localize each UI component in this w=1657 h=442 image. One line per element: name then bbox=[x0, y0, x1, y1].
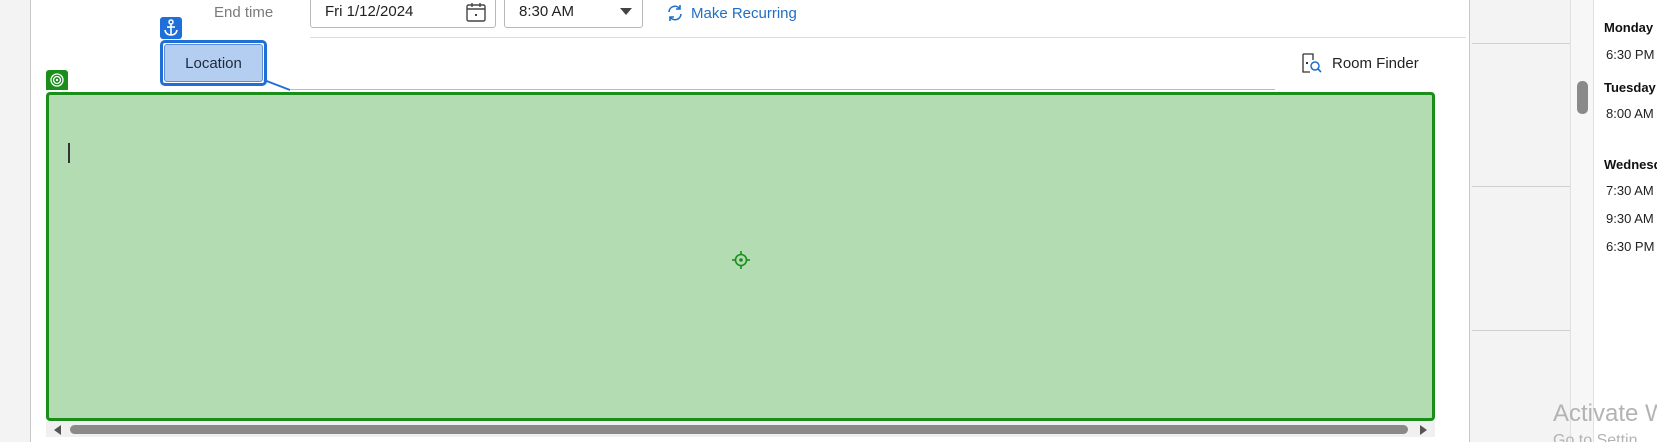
location-input[interactable] bbox=[290, 89, 1275, 90]
message-body-editor[interactable] bbox=[46, 92, 1435, 421]
screen: End time Fri 1/12/2024 8:30 AM Make Recu… bbox=[0, 0, 1657, 442]
text-cursor bbox=[68, 143, 70, 163]
end-date-picker[interactable]: Fri 1/12/2024 bbox=[310, 0, 496, 28]
scrollbar-thumb[interactable] bbox=[70, 425, 1408, 434]
anchor-icon bbox=[160, 17, 182, 39]
panel-divider bbox=[1472, 186, 1570, 187]
location-button[interactable]: Location bbox=[164, 44, 263, 82]
location-label: Location bbox=[185, 54, 242, 72]
make-recurring-button[interactable]: Make Recurring bbox=[665, 2, 797, 24]
room-finder-icon bbox=[1302, 53, 1322, 73]
vertical-scrollbar[interactable] bbox=[1570, 0, 1594, 442]
agenda-item[interactable]: 6:30 PM bbox=[1606, 239, 1654, 254]
crosshair-icon bbox=[732, 251, 750, 269]
agenda-item[interactable]: 6:30 PM bbox=[1606, 47, 1654, 62]
end-time-dropdown[interactable]: 8:30 AM bbox=[504, 0, 643, 28]
scroll-right-icon[interactable] bbox=[1420, 425, 1427, 435]
panel-divider bbox=[1472, 43, 1570, 44]
make-recurring-label: Make Recurring bbox=[691, 4, 797, 22]
agenda-item[interactable]: 7:30 AM bbox=[1606, 183, 1654, 198]
room-finder-button[interactable]: Room Finder bbox=[1300, 52, 1419, 74]
connector-line bbox=[263, 79, 291, 91]
end-time-label: End time bbox=[214, 4, 274, 21]
room-finder-label: Room Finder bbox=[1332, 54, 1419, 72]
activation-watermark-sub: Go to Settin bbox=[1553, 432, 1638, 442]
target-icon bbox=[46, 70, 68, 90]
panel-divider bbox=[1472, 330, 1570, 331]
activation-watermark: Activate W bbox=[1553, 400, 1657, 427]
recurring-icon bbox=[668, 5, 682, 21]
agenda-item[interactable]: 9:30 AM bbox=[1606, 211, 1654, 226]
horizontal-scrollbar[interactable] bbox=[46, 421, 1435, 437]
divider bbox=[310, 37, 1466, 38]
agenda-item[interactable]: 8:00 AM bbox=[1606, 106, 1654, 121]
agenda-day: Tuesday bbox=[1604, 80, 1656, 95]
scrollbar-thumb[interactable] bbox=[1577, 81, 1588, 114]
chevron-down-icon[interactable] bbox=[620, 8, 632, 15]
calendar-icon[interactable] bbox=[465, 1, 487, 23]
agenda-panel: Monday 6:30 PM Tuesday 8:00 AM Wednesday… bbox=[1594, 0, 1657, 442]
agenda-day: Monday bbox=[1604, 20, 1654, 35]
end-date-value: Fri 1/12/2024 bbox=[325, 3, 414, 20]
agenda-day: Wednesday bbox=[1604, 157, 1657, 172]
scroll-left-icon[interactable] bbox=[54, 425, 61, 435]
end-time-value: 8:30 AM bbox=[519, 3, 575, 20]
